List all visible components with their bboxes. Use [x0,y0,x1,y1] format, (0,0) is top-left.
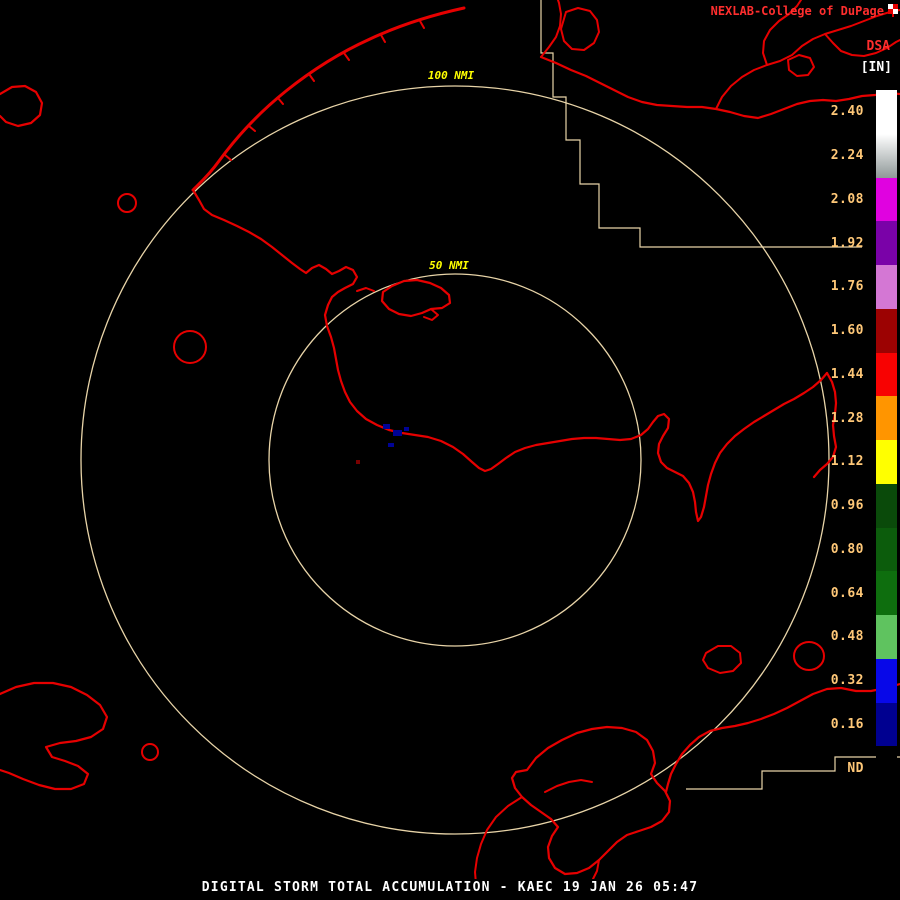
precip-echo [404,427,409,431]
legend-value-label: 2.08 [802,178,864,222]
south-island-tail [475,797,522,884]
legend-segment [876,659,897,703]
legend-value-label: 0.96 [802,484,864,528]
southeast-islet [703,646,741,673]
southwest-coast-blob [0,683,107,789]
precip-echo [388,443,394,447]
brand-header: NEXLAB-College of DuPage [711,4,898,18]
legend-segment [876,90,897,134]
product-units-label: [IN] [861,60,892,75]
precip-echo [393,430,402,436]
river-branch-top [541,0,561,57]
legend-segment [876,353,897,397]
northwest-corner-blob [0,86,42,126]
south-island-outline [512,727,670,874]
legend-segment [876,484,897,528]
range-ring-label-50nmi: 50 NMI [425,259,473,272]
legend-segment [876,396,897,440]
legend-value-label: 0.64 [802,571,864,615]
legend-segment [876,134,897,178]
west-lake-circle [174,331,206,363]
precip-echo [383,424,390,429]
range-ring-50nmi [269,274,641,646]
legend-value-label: 1.12 [802,440,864,484]
boundary-southeast [686,757,900,789]
legend-segment [876,221,897,265]
footer-caption-bar: DIGITAL STORM TOTAL ACCUMULATION - KAEC … [0,880,900,895]
coastline-main [193,190,827,521]
legend-segment [876,746,897,790]
radar-map [0,0,900,900]
legend-value-label: 2.40 [802,90,864,134]
legend-segment [876,571,897,615]
river-loop [788,55,814,76]
legend-value-label: 1.28 [802,396,864,440]
legend-segment [876,309,897,353]
legend-segment [876,265,897,309]
legend-segment [876,528,897,572]
legend-segment [876,615,897,659]
southwest-lake-circle [142,744,158,760]
river-lake-outline [561,8,599,50]
range-ring-label-100nmi: 100 NMI [424,69,478,82]
legend-value-label: ND [802,746,864,790]
product-code-label: DSA [867,39,890,54]
legend-segment [876,440,897,484]
legend-value-label: 1.76 [802,265,864,309]
precip-echo [356,460,360,464]
brand-text: NEXLAB-College of DuPage [711,4,884,18]
radar-viewport: 100 NMI 50 NMI NEXLAB-College of DuPage … [0,0,900,900]
northwest-lake-circle [118,194,136,212]
coastlines [0,0,900,884]
legend-value-label: 1.60 [802,309,864,353]
product-caption: DIGITAL STORM TOTAL ACCUMULATION - KAEC … [198,879,702,896]
brand-mark-icon [888,4,898,17]
legend-value-labels: 2.402.242.081.921.761.601.441.281.120.96… [802,90,864,790]
legend-value-label: 0.16 [802,703,864,747]
south-island-inner [545,780,592,792]
coastline-north-arc [193,8,464,190]
legend-color-scale [876,90,897,790]
legend-value-label: 0.48 [802,615,864,659]
legend-value-label: 0.32 [802,659,864,703]
southeast-coast-line [666,684,900,792]
legend-segment [876,178,897,222]
legend-value-label: 1.44 [802,353,864,397]
legend-value-label: 1.92 [802,221,864,265]
legend-value-label: 2.24 [802,134,864,178]
precipitation-echoes [356,424,409,464]
islet-west [357,288,374,291]
legend-segment [876,703,897,747]
legend-value-label: 0.80 [802,528,864,572]
island-outline [382,280,450,316]
